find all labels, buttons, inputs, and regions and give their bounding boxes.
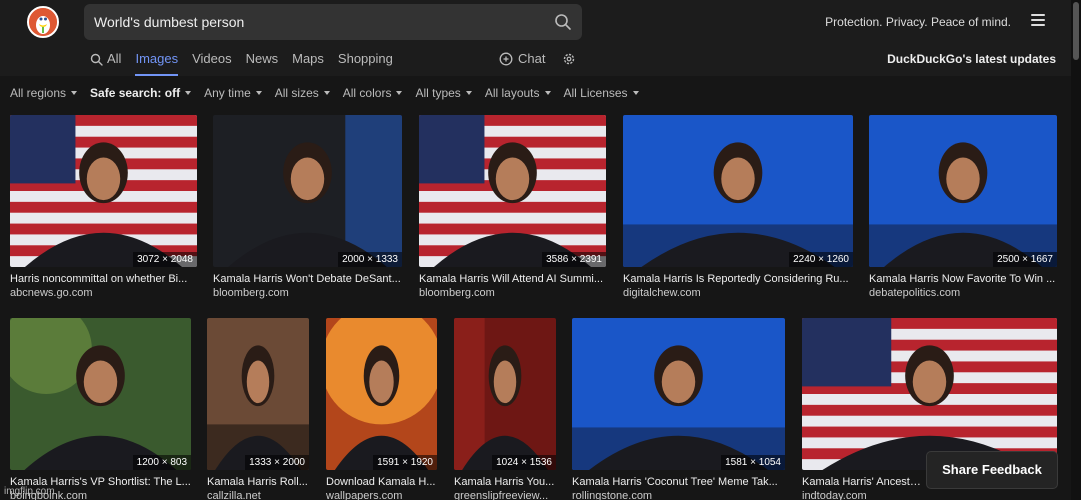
tab-maps[interactable]: Maps [292,46,324,76]
image-source[interactable]: indtoday.com [802,490,1057,500]
image-thumbnail[interactable]: 3586 × 2391 [419,115,606,267]
image-title[interactable]: Kamala Harris Won't Debate DeSant... [213,273,402,285]
image-thumbnail[interactable] [802,318,1057,470]
watermark: imgflip.com [4,486,55,497]
scrollbar[interactable] [1071,0,1081,500]
image-dimensions: 3586 × 2391 [542,252,606,267]
image-title[interactable]: Kamala Harris' Ancestral... [802,476,922,488]
chevron-down-icon [323,90,330,95]
chevron-down-icon [185,90,192,95]
image-title[interactable]: Harris noncommittal on whether Bi... [10,273,197,285]
image-thumbnail[interactable]: 1333 × 2000 [207,318,309,470]
search-input[interactable] [84,4,544,40]
image-dimensions: 2240 × 1260 [789,252,853,267]
filter-sizes-label: All sizes [274,86,319,100]
filter-colors-label: All colors [342,86,392,100]
chat-icon [499,52,513,66]
image-title[interactable]: Kamala Harris Will Attend AI Summi... [419,273,606,285]
chat-tab[interactable]: Chat [499,46,545,72]
header: Protection. Privacy. Peace of mind. All … [0,0,1081,76]
tab-shopping[interactable]: Shopping [338,46,393,76]
filter-safe-search-label: Safe search: off [90,86,181,100]
chevron-down-icon [255,90,262,95]
tab-videos[interactable]: Videos [192,46,232,76]
share-feedback-button[interactable]: Share Feedback [926,451,1058,489]
image-dimensions: 3072 × 2048 [133,252,197,267]
filter-types-label: All types [415,86,461,100]
filter-regions[interactable]: All regions [10,86,78,104]
image-thumbnail[interactable]: 2500 × 1667 [869,115,1057,267]
image-source[interactable]: debatepolitics.com [869,287,1057,299]
filter-sizes[interactable]: All sizes [275,86,330,104]
image-source[interactable]: rollingstone.com [572,490,785,500]
image-thumbnail[interactable]: 3072 × 2048 [10,115,197,267]
image-dimensions: 2000 × 1333 [338,252,402,267]
gear-icon[interactable] [562,52,576,66]
image-dimensions: 2500 × 1667 [993,252,1057,267]
chevron-down-icon [465,90,472,95]
image-source[interactable]: bloomberg.com [213,287,402,299]
image-title[interactable]: Kamala Harris 'Coconut Tree' Meme Tak... [572,476,785,488]
filter-bar: All regions Safe search: off Any time Al… [10,86,652,104]
image-source[interactable]: digitalchew.com [623,287,853,299]
scrollbar-thumb[interactable] [1073,2,1079,60]
filter-safe-search[interactable]: Safe search: off [90,86,192,104]
chat-label: Chat [518,51,546,66]
image-title[interactable]: Kamala Harris You... [454,476,556,488]
tab-images[interactable]: Images [135,46,179,76]
vertical-tabs: All Images Videos News Maps Shopping [90,46,407,76]
tab-news[interactable]: News [246,46,279,76]
chevron-down-icon [71,90,78,95]
filter-time-label: Any time [204,86,251,100]
search-box [84,4,582,40]
tab-all[interactable]: All [90,46,121,76]
image-dimensions: 1024 × 1536 [492,455,556,470]
duckduckgo-logo-icon[interactable] [27,6,59,38]
image-thumbnail[interactable]: 2240 × 1260 [623,115,853,267]
filter-colors[interactable]: All colors [343,86,403,104]
image-title[interactable]: Kamala Harris Roll... [207,476,309,488]
filter-layouts[interactable]: All layouts [485,86,551,104]
chevron-down-icon [396,90,403,95]
filter-layouts-label: All layouts [484,86,540,100]
image-thumbnail[interactable]: 1024 × 1536 [454,318,556,470]
image-dimensions: 1200 × 803 [132,455,191,470]
image-source[interactable]: bloomberg.com [419,287,606,299]
filter-time[interactable]: Any time [204,86,262,104]
image-dimensions: 1333 × 2000 [245,455,309,470]
image-thumbnail[interactable]: 1591 × 1920 [326,318,437,470]
header-tagline[interactable]: Protection. Privacy. Peace of mind. [825,15,1011,29]
chevron-down-icon [544,90,551,95]
tab-all-label: All [107,51,122,66]
image-source[interactable]: abcnews.go.com [10,287,197,299]
image-source[interactable]: greenslipfreeview... [454,490,556,500]
image-title[interactable]: Kamala Harris Is Reportedly Considering … [623,273,853,285]
image-thumbnail[interactable]: 1200 × 803 [10,318,191,470]
image-source[interactable]: wallpapers.com [326,490,437,500]
image-title[interactable]: Download Kamala H... [326,476,437,488]
image-title[interactable]: Kamala Harris Now Favorite To Win ... [869,273,1057,285]
image-source[interactable]: callzilla.net [207,490,309,500]
search-icon [90,53,103,66]
filter-regions-label: All regions [10,86,67,100]
image-thumbnail[interactable]: 1581 × 1054 [572,318,785,470]
filter-licenses-label: All Licenses [563,86,628,100]
app-root: Protection. Privacy. Peace of mind. All … [0,0,1081,500]
image-thumbnail[interactable]: 2000 × 1333 [213,115,402,267]
image-dimensions: 1591 × 1920 [373,455,437,470]
latest-updates-link[interactable]: DuckDuckGo's latest updates [887,52,1056,66]
filter-licenses[interactable]: All Licenses [564,86,639,104]
chevron-down-icon [632,90,639,95]
search-icon[interactable] [554,13,572,31]
image-dimensions: 1581 × 1054 [721,455,785,470]
hamburger-menu-icon[interactable] [1031,14,1045,28]
filter-types[interactable]: All types [415,86,472,104]
